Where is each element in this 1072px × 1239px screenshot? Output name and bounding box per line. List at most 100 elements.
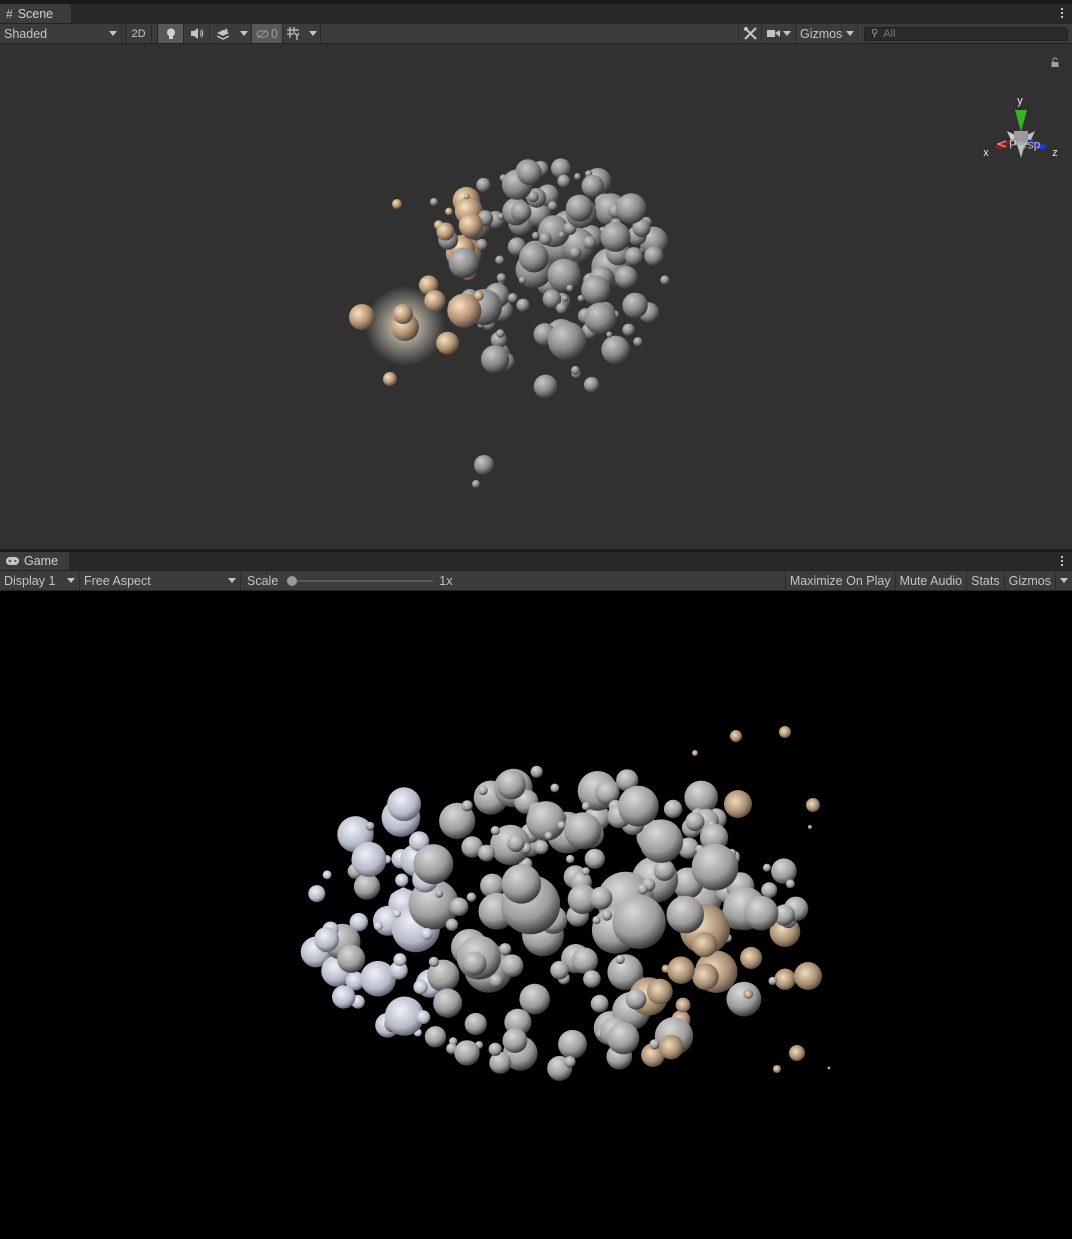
sphere bbox=[646, 978, 673, 1005]
game-gizmos-label: Gizmos bbox=[1008, 573, 1051, 588]
sphere bbox=[583, 377, 600, 393]
sphere bbox=[614, 265, 638, 289]
sphere bbox=[474, 455, 494, 475]
sphere bbox=[653, 859, 675, 881]
scene-lighting-toggle[interactable] bbox=[158, 24, 184, 43]
sphere bbox=[551, 158, 571, 178]
axis-z-label: z bbox=[1052, 147, 1058, 159]
sphere bbox=[445, 918, 459, 931]
sphere bbox=[685, 811, 705, 832]
scene-effects-dropdown[interactable] bbox=[236, 24, 252, 43]
sphere bbox=[827, 1066, 831, 1070]
tab-game-label: Game bbox=[24, 554, 59, 568]
scene-gizmos-label: Gizmos bbox=[800, 26, 843, 41]
tab-scene[interactable]: # Scene bbox=[0, 4, 71, 23]
sphere bbox=[581, 867, 590, 876]
sphere bbox=[590, 994, 609, 1013]
sphere bbox=[532, 231, 540, 240]
sphere bbox=[581, 802, 591, 811]
sphere bbox=[730, 730, 742, 742]
mute-audio-label: Mute Audio bbox=[899, 573, 963, 588]
sphere bbox=[584, 848, 605, 869]
sphere bbox=[534, 840, 549, 855]
sphere bbox=[420, 927, 433, 940]
sphere bbox=[624, 247, 644, 266]
display-value: Display 1 bbox=[4, 573, 56, 588]
scene-gizmos-dropdown[interactable] bbox=[842, 24, 858, 43]
scene-viewport[interactable]: y x z Persp bbox=[0, 44, 1072, 549]
sphere bbox=[556, 302, 568, 314]
sphere bbox=[495, 255, 505, 265]
shading-mode-dropdown[interactable]: Shaded bbox=[0, 24, 122, 43]
sphere bbox=[424, 290, 446, 312]
sphere bbox=[544, 831, 553, 840]
sphere bbox=[565, 194, 593, 222]
grid-snap-dropdown[interactable] bbox=[305, 24, 321, 43]
chevron-down-icon bbox=[782, 31, 791, 36]
sphere bbox=[566, 854, 575, 864]
scene-more-menu-icon[interactable] bbox=[1061, 8, 1064, 18]
mute-audio-button[interactable]: Mute Audio bbox=[896, 571, 968, 590]
game-viewport[interactable] bbox=[0, 591, 1072, 1239]
sphere bbox=[547, 321, 587, 361]
grid-snap-toggle[interactable] bbox=[283, 24, 305, 43]
sphere bbox=[507, 293, 518, 303]
sphere bbox=[510, 201, 532, 222]
scene-search-input[interactable]: ⚲ All bbox=[864, 26, 1068, 41]
sphere bbox=[445, 207, 453, 216]
sphere bbox=[392, 199, 402, 209]
aspect-value: Free Aspect bbox=[84, 573, 151, 588]
sphere bbox=[475, 238, 488, 251]
sphere bbox=[322, 870, 332, 880]
scene-tab-header-fill bbox=[71, 4, 1072, 23]
sphere bbox=[615, 193, 647, 224]
tools-wrench-icon bbox=[743, 27, 757, 40]
tab-game[interactable]: Game bbox=[0, 552, 69, 570]
game-gizmos-button[interactable]: Gizmos bbox=[1005, 571, 1056, 590]
sphere bbox=[762, 863, 771, 872]
sphere bbox=[547, 258, 581, 292]
sphere bbox=[660, 275, 670, 285]
sphere bbox=[583, 970, 601, 988]
sphere bbox=[601, 335, 630, 364]
chevron-down-icon bbox=[228, 578, 236, 583]
sphere bbox=[779, 726, 791, 738]
sphere bbox=[501, 864, 542, 904]
tools-button[interactable] bbox=[738, 24, 762, 43]
toggle-2d-button[interactable]: 2D bbox=[126, 24, 152, 43]
sphere bbox=[353, 873, 381, 900]
sphere bbox=[436, 222, 455, 241]
gizmo-lock-icon[interactable] bbox=[1051, 57, 1059, 67]
stats-button[interactable]: Stats bbox=[967, 571, 1005, 590]
search-placeholder: All bbox=[883, 27, 896, 40]
scene-audio-toggle[interactable] bbox=[184, 24, 210, 43]
sphere bbox=[351, 841, 387, 877]
sphere bbox=[691, 932, 718, 958]
hidden-objects-toggle[interactable]: 0 bbox=[252, 24, 283, 43]
chevron-down-icon bbox=[1060, 578, 1068, 583]
sphere bbox=[337, 944, 366, 973]
sphere bbox=[584, 302, 617, 335]
maximize-on-play-button[interactable]: Maximize On Play bbox=[784, 571, 896, 590]
sphere bbox=[433, 988, 463, 1018]
scale-slider-track bbox=[287, 579, 434, 582]
sphere bbox=[581, 174, 604, 198]
sphere bbox=[743, 895, 779, 931]
sphere bbox=[393, 304, 413, 324]
sphere bbox=[424, 1026, 447, 1048]
game-more-menu-icon[interactable] bbox=[1061, 556, 1064, 566]
scale-slider-thumb[interactable] bbox=[287, 575, 298, 586]
sphere bbox=[518, 276, 527, 284]
sphere bbox=[589, 886, 613, 910]
scene-effects-toggle[interactable] bbox=[210, 24, 236, 43]
scene-gizmos-button[interactable]: Gizmos bbox=[796, 24, 842, 43]
display-dropdown[interactable]: Display 1 bbox=[0, 571, 80, 590]
scene-camera-dropdown[interactable] bbox=[762, 24, 796, 43]
scale-slider[interactable] bbox=[287, 575, 434, 587]
game-gizmos-dropdown[interactable] bbox=[1056, 571, 1072, 590]
game-render bbox=[300, 726, 831, 1081]
sphere bbox=[637, 884, 648, 895]
search-icon: ⚲ bbox=[871, 28, 879, 39]
lightbulb-icon bbox=[166, 28, 175, 39]
aspect-dropdown[interactable]: Free Aspect bbox=[80, 571, 241, 590]
